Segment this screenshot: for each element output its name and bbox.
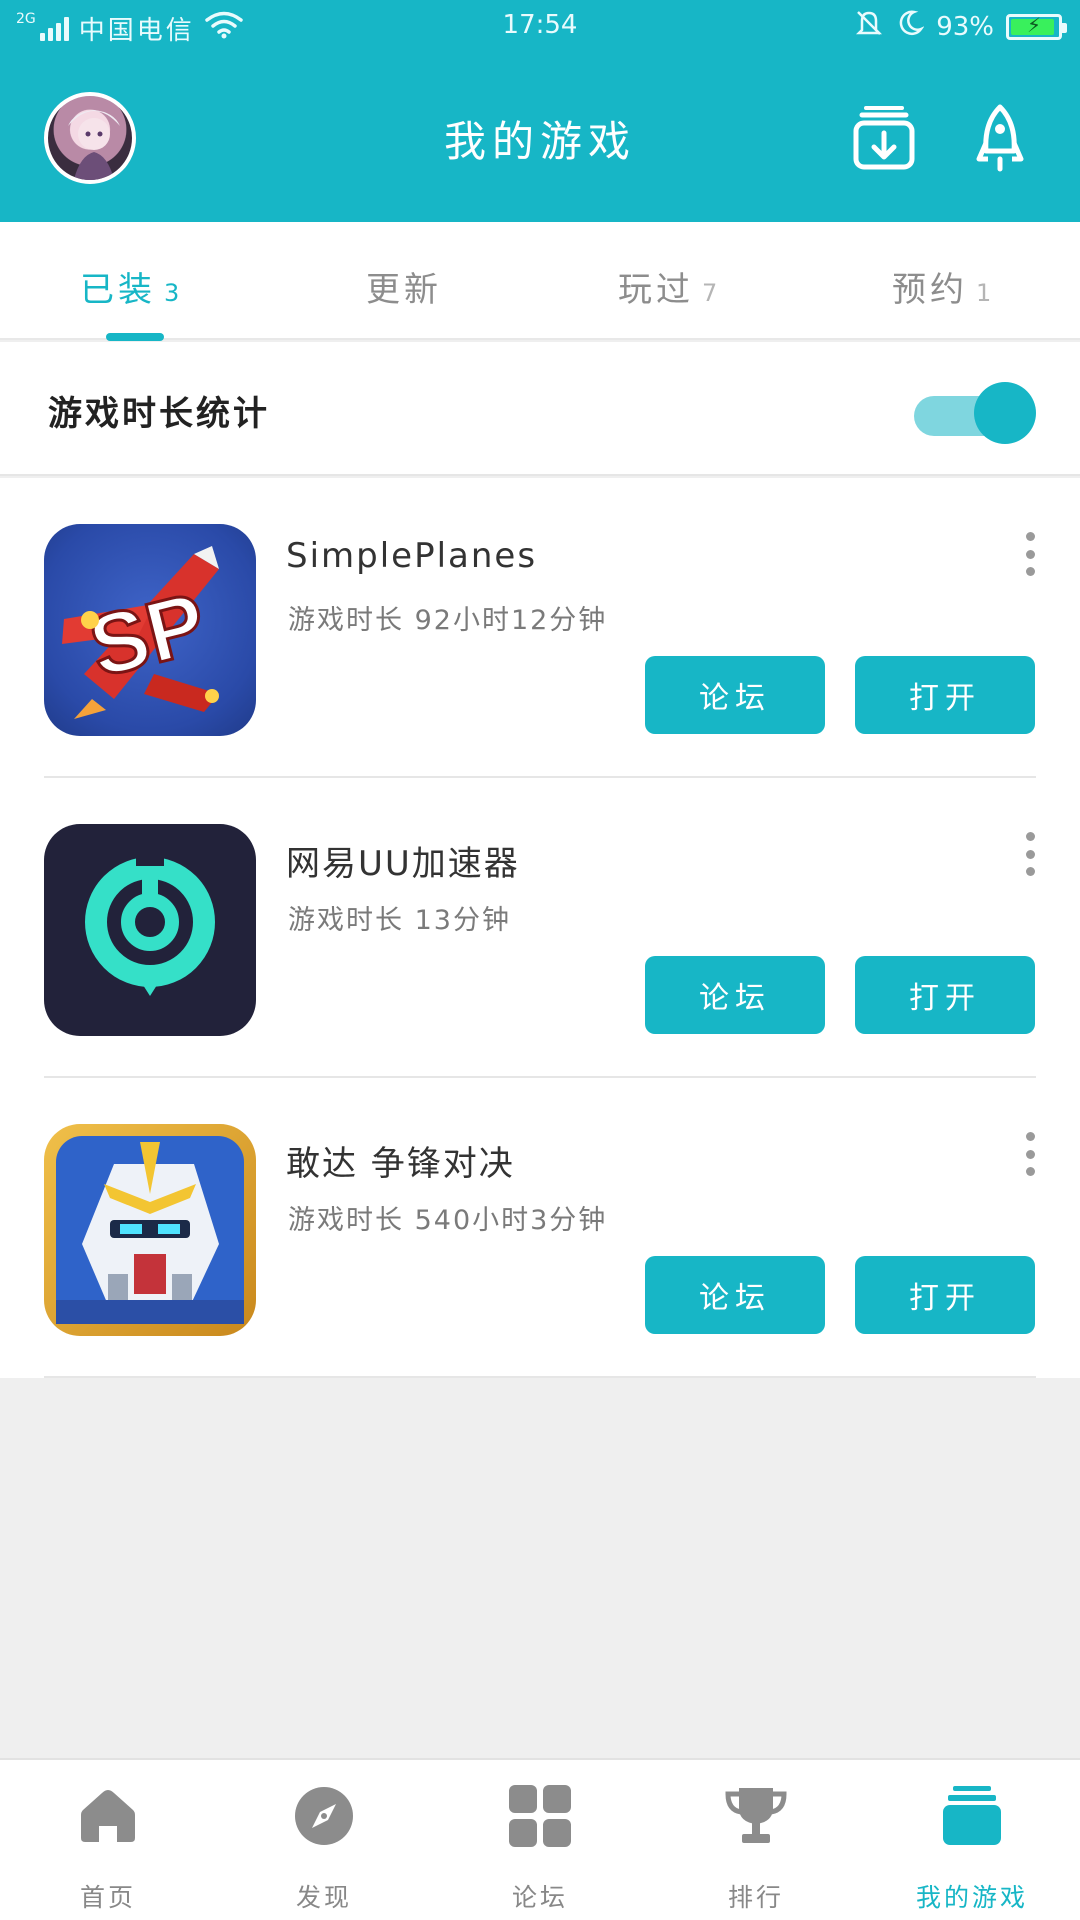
active-tab-indicator xyxy=(106,333,164,341)
bottom-navigation: 首页 发现 论坛 排行 我的游戏 xyxy=(0,1758,1080,1920)
tab-count: 7 xyxy=(702,279,722,307)
play-time-stats-row: 游戏时长统计 xyxy=(0,342,1080,476)
tab-label: 玩过 xyxy=(618,270,694,310)
tab-installed[interactable]: 已装 3 xyxy=(80,262,183,311)
do-not-disturb-moon-icon xyxy=(896,9,925,44)
gundam-app-icon xyxy=(44,1124,256,1336)
installed-games-list: SP SimplePlanes 游戏时长 92小时12分钟 论坛 打开 网易UU… xyxy=(0,478,1080,1378)
tab-count: 3 xyxy=(164,279,184,307)
game-item[interactable]: 网易UU加速器 游戏时长 13分钟 论坛 打开 xyxy=(0,778,1080,1078)
simpleplanes-app-icon: SP xyxy=(44,524,256,736)
nav-label: 发现 xyxy=(295,1883,352,1912)
status-bar: 2G 中国电信 17:54 93% ⚡ xyxy=(0,0,1080,52)
nav-label: 排行 xyxy=(727,1883,784,1912)
download-manager-icon[interactable] xyxy=(848,102,920,174)
tab-count: 1 xyxy=(976,279,996,307)
open-button[interactable]: 打开 xyxy=(855,656,1035,734)
grid-icon xyxy=(508,1784,572,1848)
tab-label: 预约 xyxy=(892,270,968,310)
battery-percent: 93% xyxy=(936,11,994,42)
nav-label: 首页 xyxy=(79,1883,136,1912)
trophy-icon xyxy=(724,1784,788,1848)
game-play-time: 游戏时长 92小时12分钟 xyxy=(288,605,608,636)
play-time-stats-toggle[interactable] xyxy=(912,382,1036,444)
rocket-icon[interactable] xyxy=(964,102,1036,174)
nav-label: 论坛 xyxy=(511,1883,568,1912)
tab-bar: 已装 3 更新 玩过 7 预约 1 xyxy=(0,222,1080,340)
title-bar: 我的游戏 xyxy=(0,52,1080,222)
more-options-icon[interactable] xyxy=(1016,1132,1044,1176)
game-name: 敢达 争锋对决 xyxy=(286,1144,515,1184)
tab-played[interactable]: 玩过 7 xyxy=(618,262,721,311)
nav-item-ranking[interactable]: 排行 xyxy=(648,1760,864,1920)
game-play-time: 游戏时长 540小时3分钟 xyxy=(288,1205,608,1236)
tab-label: 已装 xyxy=(80,270,156,310)
open-button[interactable]: 打开 xyxy=(855,956,1035,1034)
svg-text:SP: SP xyxy=(81,575,216,696)
uu-accelerator-app-icon xyxy=(44,824,256,1036)
game-play-time: 游戏时长 13分钟 xyxy=(288,905,511,936)
open-button[interactable]: 打开 xyxy=(855,1256,1035,1334)
forum-button[interactable]: 论坛 xyxy=(645,956,825,1034)
my-games-icon xyxy=(940,1784,1004,1848)
compass-icon xyxy=(292,1784,356,1848)
more-options-icon[interactable] xyxy=(1016,532,1044,576)
nav-item-discover[interactable]: 发现 xyxy=(216,1760,432,1920)
status-right: 93% ⚡ xyxy=(854,8,1067,45)
alarm-icon xyxy=(854,8,884,45)
game-name: SimplePlanes xyxy=(286,536,538,576)
list-divider xyxy=(44,1376,1036,1378)
tab-label: 更新 xyxy=(366,270,442,310)
more-options-icon[interactable] xyxy=(1016,832,1044,876)
nav-item-home[interactable]: 首页 xyxy=(0,1760,216,1920)
game-item[interactable]: 敢达 争锋对决 游戏时长 540小时3分钟 论坛 打开 xyxy=(0,1078,1080,1378)
nav-item-forum[interactable]: 论坛 xyxy=(432,1760,648,1920)
game-item[interactable]: SP SimplePlanes 游戏时长 92小时12分钟 论坛 打开 xyxy=(0,478,1080,778)
forum-button[interactable]: 论坛 xyxy=(645,656,825,734)
tab-updates[interactable]: 更新 xyxy=(366,262,442,311)
tab-reserved[interactable]: 预约 1 xyxy=(892,262,995,311)
battery-charging-icon: ⚡ xyxy=(1006,13,1067,40)
nav-item-my-games[interactable]: 我的游戏 xyxy=(864,1760,1080,1920)
app-header: 2G 中国电信 17:54 93% ⚡ 我的游戏 xyxy=(0,0,1080,222)
my-games-screen: 2G 中国电信 17:54 93% ⚡ 我的游戏 已装 3 更新 玩过 7 预约… xyxy=(0,0,1080,1920)
toggle-knob xyxy=(974,382,1036,444)
forum-button[interactable]: 论坛 xyxy=(645,1256,825,1334)
play-time-stats-label: 游戏时长统计 xyxy=(48,394,270,434)
nav-label: 我的游戏 xyxy=(915,1883,1028,1912)
game-name: 网易UU加速器 xyxy=(286,844,520,884)
home-icon xyxy=(76,1784,140,1848)
